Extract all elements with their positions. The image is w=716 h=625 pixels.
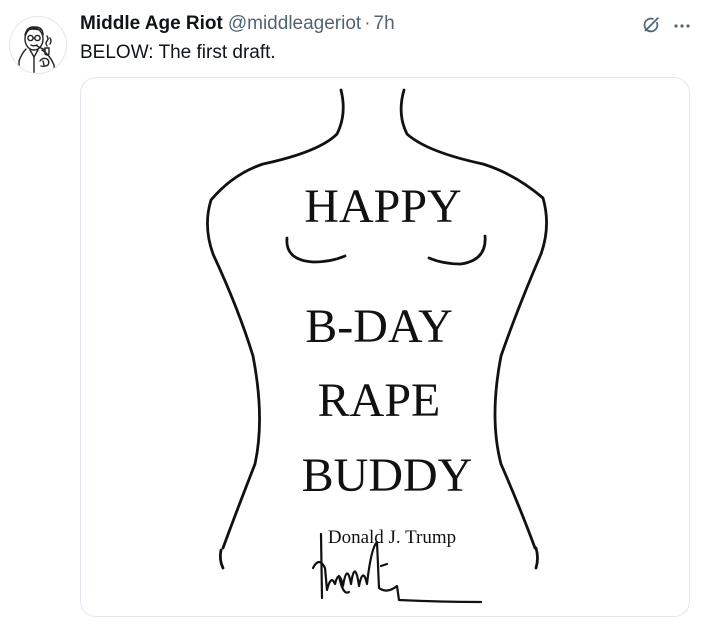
tweet-text: BELOW: The first draft. [80,42,276,63]
card-line-4: BUDDY [302,449,473,502]
user-handle[interactable]: @middleageriot [228,13,361,35]
signature-name: Donald J. Trump [328,527,456,548]
more-options-icon[interactable] [672,16,692,36]
display-name[interactable]: Middle Age Riot [80,13,223,35]
timestamp[interactable]: 7h [374,13,395,35]
grok-icon[interactable] [640,14,662,36]
vintage-man-with-pipe-avatar-icon [18,26,56,73]
separator-dot: · [364,13,371,34]
card-line-3: RAPE [318,374,441,427]
tweet-header: Middle Age Riot @middleageriot · 7h [80,11,395,37]
tweet[interactable]: Middle Age Riot @middleageriot · 7h BELO… [0,0,716,625]
tweet-media-image[interactable]: HAPPY B-DAY RAPE BUDDY Donald J. Trump [80,77,690,617]
card-line-2: B-DAY [305,300,453,353]
card-line-1: HAPPY [304,180,461,233]
avatar[interactable] [9,16,67,74]
